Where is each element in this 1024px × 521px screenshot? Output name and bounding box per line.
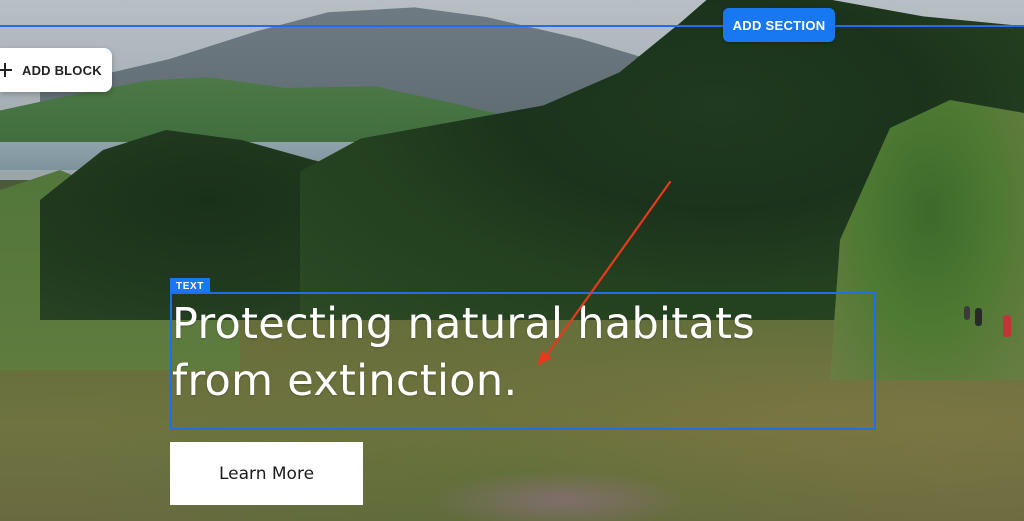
- hiker: [964, 306, 970, 320]
- hiker: [1003, 315, 1011, 337]
- heather-flowers: [430, 470, 690, 521]
- hiker: [975, 308, 982, 326]
- section-divider-line: [0, 25, 1024, 27]
- add-block-button[interactable]: ADD BLOCK: [0, 48, 112, 92]
- learn-more-button[interactable]: Learn More: [170, 442, 363, 505]
- plus-icon: [0, 59, 16, 81]
- hero-background-image: [0, 0, 1024, 521]
- hero-headline[interactable]: Protecting natural habitats from extinct…: [172, 296, 812, 410]
- add-block-label: ADD BLOCK: [22, 62, 102, 78]
- add-section-button[interactable]: ADD SECTION: [723, 8, 835, 42]
